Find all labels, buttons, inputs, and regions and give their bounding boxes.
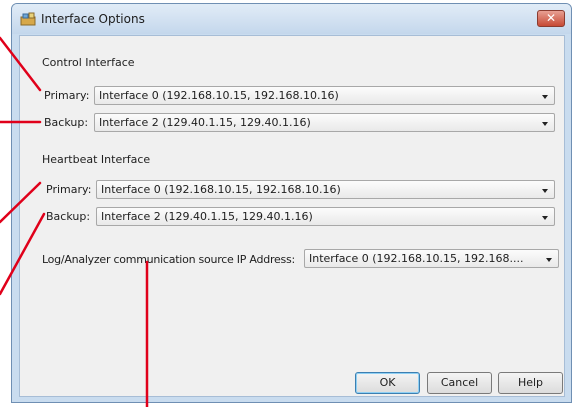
control-primary-label: Primary: bbox=[44, 89, 90, 102]
control-backup-value: Interface 2 (129.40.1.15, 129.40.1.16) bbox=[99, 116, 311, 129]
log-analyzer-value: Interface 0 (192.168.10.15, 192.168.... bbox=[309, 252, 524, 265]
heartbeat-primary-select[interactable]: Interface 0 (192.168.10.15, 192.168.10.1… bbox=[96, 180, 555, 199]
dialog-body: Control Interface Primary: Interface 0 (… bbox=[19, 35, 565, 397]
help-button[interactable]: Help bbox=[498, 372, 563, 394]
heartbeat-primary-label: Primary: bbox=[46, 183, 92, 196]
close-button[interactable]: ✕ bbox=[537, 10, 565, 27]
control-primary-value: Interface 0 (192.168.10.15, 192.168.10.1… bbox=[99, 89, 339, 102]
interface-options-dialog: Interface Options ✕ Control Interface Pr… bbox=[11, 3, 572, 403]
chevron-down-icon bbox=[542, 95, 548, 99]
heartbeat-backup-select[interactable]: Interface 2 (129.40.1.15, 129.40.1.16) bbox=[96, 207, 555, 226]
control-backup-label: Backup: bbox=[44, 116, 89, 129]
control-primary-select[interactable]: Interface 0 (192.168.10.15, 192.168.10.1… bbox=[94, 86, 555, 105]
heartbeat-primary-value: Interface 0 (192.168.10.15, 192.168.10.1… bbox=[101, 183, 341, 196]
title-bar[interactable]: Interface Options ✕ bbox=[12, 4, 571, 34]
control-backup-select[interactable]: Interface 2 (129.40.1.15, 129.40.1.16) bbox=[94, 113, 555, 132]
heartbeat-interface-heading: Heartbeat Interface bbox=[42, 153, 151, 166]
log-analyzer-select[interactable]: Interface 0 (192.168.10.15, 192.168.... bbox=[304, 249, 559, 268]
close-icon: ✕ bbox=[545, 11, 557, 25]
chevron-down-icon bbox=[546, 258, 552, 262]
log-analyzer-label: Log/Analyzer communication source IP Add… bbox=[42, 253, 295, 266]
heartbeat-backup-value: Interface 2 (129.40.1.15, 129.40.1.16) bbox=[101, 210, 313, 223]
window-title: Interface Options bbox=[41, 12, 145, 26]
ok-button[interactable]: OK bbox=[355, 372, 420, 394]
app-icon bbox=[20, 12, 36, 26]
control-interface-heading: Control Interface bbox=[42, 56, 135, 69]
cancel-button[interactable]: Cancel bbox=[427, 372, 492, 394]
chevron-down-icon bbox=[542, 189, 548, 193]
heartbeat-backup-label: Backup: bbox=[46, 210, 91, 223]
chevron-down-icon bbox=[542, 216, 548, 220]
chevron-down-icon bbox=[542, 122, 548, 126]
